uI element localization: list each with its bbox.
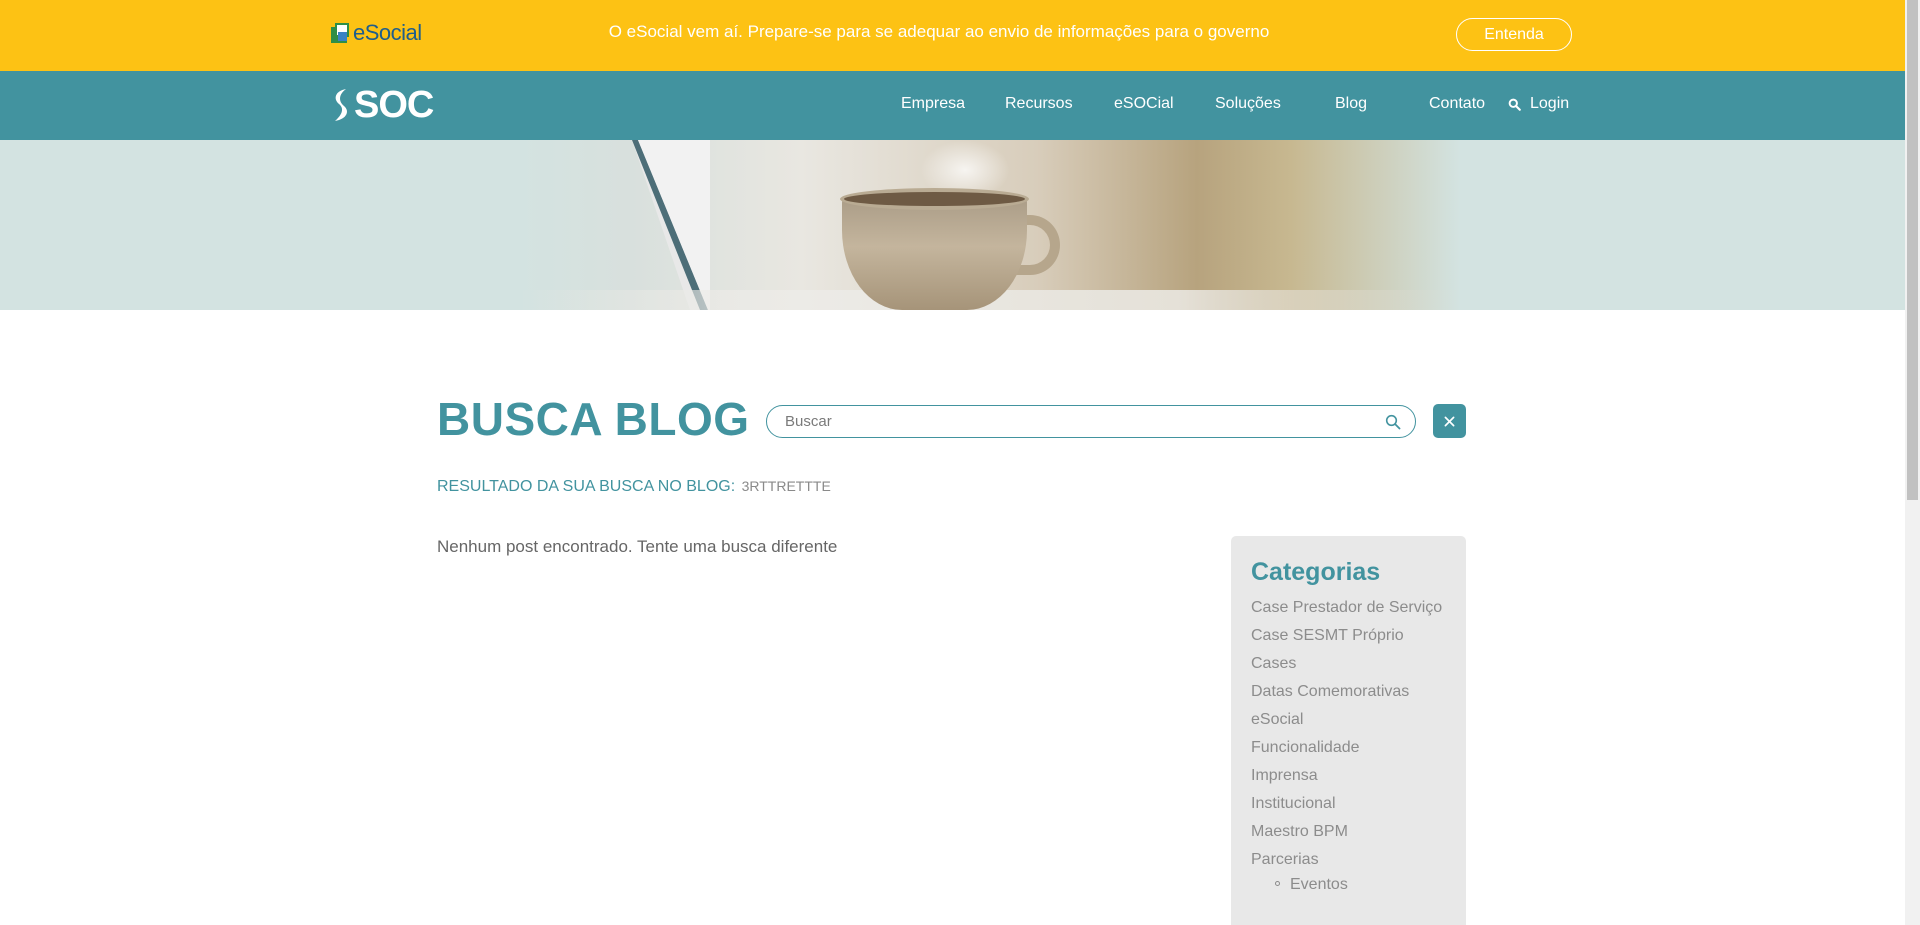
page: eSocial O eSocial vem aí. Prepare-se par… <box>0 0 1905 925</box>
category-link[interactable]: Cases <box>1251 653 1456 674</box>
scrollbar-thumb[interactable] <box>1907 0 1918 500</box>
soc-logo-icon <box>335 89 347 121</box>
category-link[interactable]: Datas Comemorativas <box>1251 681 1456 702</box>
category-link[interactable]: Imprensa <box>1251 765 1456 786</box>
entenda-button[interactable]: Entenda <box>1456 18 1572 51</box>
login-link[interactable]: Login <box>1508 95 1569 113</box>
nav-item-recursos[interactable]: Recursos <box>1005 95 1073 113</box>
login-label: Login <box>1530 95 1570 112</box>
bullet-icon <box>1275 881 1280 887</box>
nav-item-esocial[interactable]: eSOCial <box>1114 95 1174 113</box>
nav-item-empresa[interactable]: Empresa <box>901 95 965 113</box>
category-link[interactable]: Case SESMT Próprio <box>1251 625 1456 646</box>
subcategory-label: Eventos <box>1290 876 1348 893</box>
page-scrollbar[interactable] <box>1905 0 1920 925</box>
close-search-button[interactable] <box>1433 404 1466 438</box>
search-icon[interactable] <box>1385 414 1401 430</box>
hero-banner <box>0 140 1905 310</box>
category-link[interactable]: eSocial <box>1251 709 1456 730</box>
empty-results-message: Nenhum post encontrado. Tente uma busca … <box>437 537 838 556</box>
page-title: BUSCA BLOG <box>437 393 750 445</box>
nav-item-solucoes[interactable]: Soluções <box>1215 95 1281 113</box>
categories-sidebar: Categorias Case Prestador de Serviço Cas… <box>1231 536 1466 925</box>
search-result-heading: RESULTADO DA SUA BUSCA NO BLOG: 3RTTRETT… <box>437 478 831 496</box>
category-label: Parcerias <box>1251 851 1319 868</box>
category-link[interactable]: Case Prestador de Serviço <box>1251 597 1456 618</box>
nav-item-blog[interactable]: Blog <box>1335 95 1367 113</box>
category-link[interactable]: Institucional <box>1251 793 1456 814</box>
esocial-logo-text: eSocial <box>353 20 422 45</box>
search-box <box>766 405 1416 438</box>
categories-title: Categorias <box>1251 558 1381 586</box>
category-link[interactable]: Maestro BPM <box>1251 821 1456 842</box>
close-icon <box>1444 416 1455 426</box>
search-result-term: 3RTTRETTTE <box>741 478 831 494</box>
category-link[interactable]: Parcerias Eventos <box>1251 849 1456 895</box>
soc-logo-text: SOC <box>354 83 434 126</box>
search-result-label: RESULTADO DA SUA BUSCA NO BLOG: <box>437 478 736 495</box>
soc-logo[interactable]: SOC <box>331 83 434 126</box>
search-icon <box>1508 98 1521 111</box>
esocial-logo-icon <box>331 23 351 43</box>
search-input[interactable] <box>785 406 1375 437</box>
coffee-cup <box>842 195 1027 310</box>
laptop-illustration <box>632 140 710 310</box>
categories-list: Case Prestador de Serviço Case SESMT Pró… <box>1251 597 1456 895</box>
announcement-message: O eSocial vem aí. Prepare-se para se ade… <box>608 22 1270 41</box>
subcategory-list: Eventos <box>1275 874 1456 895</box>
main-navbar: SOC Empresa Recursos eSOCial Soluções Bl… <box>0 71 1905 140</box>
subcategory-link[interactable]: Eventos <box>1275 874 1456 895</box>
esocial-logo[interactable]: eSocial <box>331 20 422 46</box>
announcement-bar: eSocial O eSocial vem aí. Prepare-se par… <box>0 0 1905 71</box>
nav-item-contato[interactable]: Contato <box>1429 95 1485 113</box>
coffee-cup-rim <box>840 188 1029 210</box>
category-link[interactable]: Funcionalidade <box>1251 737 1456 758</box>
